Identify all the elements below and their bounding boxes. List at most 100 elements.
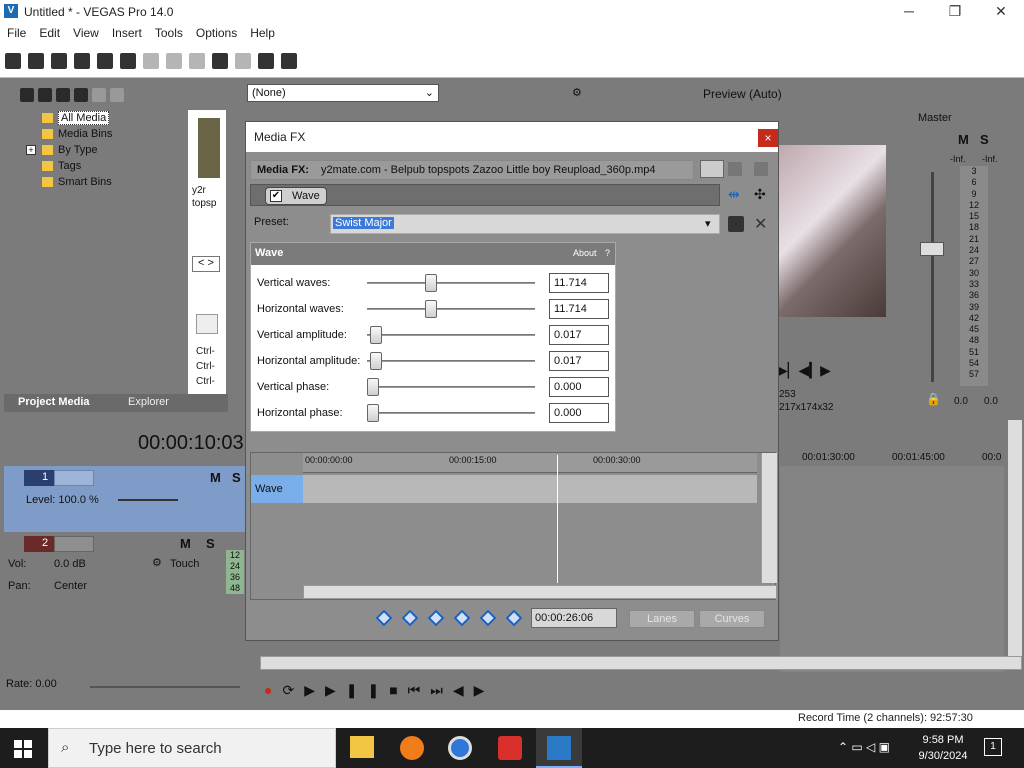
firefox-icon[interactable] <box>400 736 424 760</box>
menu-options[interactable]: Options <box>189 24 243 40</box>
curves-button[interactable]: Curves <box>699 610 765 628</box>
windows-start-icon[interactable] <box>14 740 32 758</box>
track-2-name[interactable] <box>54 536 94 552</box>
redo-icon[interactable] <box>235 53 251 69</box>
remove-plugin-icon[interactable]: ✣ <box>754 186 766 203</box>
render-icon[interactable] <box>97 53 113 69</box>
menu-insert[interactable]: Insert <box>105 24 148 40</box>
vegas-taskbar-icon[interactable] <box>536 728 582 768</box>
search-media-icon[interactable] <box>196 314 218 334</box>
param-slider[interactable] <box>367 386 535 388</box>
prev-keyframe-icon[interactable] <box>401 609 419 627</box>
param-slider[interactable] <box>367 412 535 414</box>
param-slider[interactable] <box>367 282 535 284</box>
param-value[interactable]: 0.000 <box>549 403 609 423</box>
timeline-h-scrollbar[interactable] <box>260 656 1022 670</box>
grid-view-icon[interactable] <box>728 162 742 176</box>
web-icon[interactable] <box>74 88 88 102</box>
master-solo[interactable]: S <box>980 132 989 147</box>
track-1-name[interactable] <box>54 470 94 486</box>
tab-project-media[interactable]: Project Media <box>18 396 90 408</box>
add-keyframe-icon[interactable] <box>479 609 497 627</box>
tree-media-bins[interactable]: Media Bins <box>18 126 186 142</box>
track-2-header[interactable]: 2 M S Vol: 0.0 dB ⚙ Touch Pan: Center 12… <box>4 532 246 598</box>
param-slider[interactable] <box>367 334 535 336</box>
restore-button[interactable]: ❐ <box>932 0 978 24</box>
param-value[interactable]: 11.714 <box>549 299 609 319</box>
about-link[interactable]: About <box>573 248 597 258</box>
close-button[interactable]: ✕ <box>978 0 1024 24</box>
list-view-icon[interactable] <box>700 160 724 178</box>
nav-prev[interactable]: < <box>198 257 204 269</box>
master-mute[interactable]: M <box>958 132 969 147</box>
cursor-icon[interactable] <box>258 53 274 69</box>
expand-icon[interactable]: + <box>26 145 36 155</box>
track-1-mute[interactable]: M <box>210 470 221 485</box>
tree-all-media[interactable]: All Media <box>18 110 186 126</box>
keyframe-track[interactable] <box>303 475 757 503</box>
import-media-icon[interactable] <box>20 88 34 102</box>
timeline-v-scrollbar[interactable] <box>1008 420 1022 660</box>
tree-tags[interactable]: Tags <box>18 158 186 174</box>
gear-icon[interactable]: ⚙ <box>152 556 162 569</box>
automation-mode[interactable]: Touch <box>170 558 199 570</box>
param-slider-thumb[interactable] <box>424 274 437 292</box>
track-1-level-slider[interactable] <box>118 499 178 501</box>
video-preview[interactable] <box>779 145 886 317</box>
preset-dropdown[interactable]: Swist Major ▾ <box>330 214 720 234</box>
param-value[interactable]: 0.017 <box>549 325 609 345</box>
nav-next[interactable]: > <box>208 257 214 269</box>
param-slider[interactable] <box>367 308 535 310</box>
preview-quality[interactable]: Preview (Auto) <box>703 87 782 101</box>
timeline-tracks[interactable] <box>780 466 1004 672</box>
param-slider-thumb[interactable] <box>424 300 437 318</box>
rate-slider[interactable] <box>90 686 240 688</box>
track-2-solo[interactable]: S <box>206 536 215 551</box>
save-icon[interactable] <box>51 53 67 69</box>
preview-transport[interactable]: ▶▏◀▎▶ <box>777 362 887 380</box>
download-icon[interactable] <box>498 736 522 760</box>
dialog-close-button[interactable]: × <box>758 129 778 147</box>
undo-icon[interactable] <box>212 53 228 69</box>
menu-view[interactable]: View <box>66 24 105 40</box>
minimize-button[interactable]: ─ <box>886 0 932 24</box>
keyframe-cursor[interactable] <box>557 455 558 583</box>
media-nav[interactable]: < > <box>192 256 220 272</box>
tray-icons[interactable]: ⌃ ▭ ◁ ▣ <box>838 740 890 754</box>
media-thumbnail[interactable] <box>198 118 220 178</box>
param-slider-thumb[interactable] <box>367 378 379 396</box>
properties-icon[interactable] <box>120 53 136 69</box>
chevron-down-icon[interactable]: ▾ <box>705 217 711 230</box>
keyframe-track-label[interactable]: Wave <box>251 475 303 503</box>
browser-icon[interactable] <box>448 736 472 760</box>
track-1-header[interactable]: 1 M S Level: 100.0 % <box>4 466 246 532</box>
tree-by-type[interactable]: + By Type <box>18 142 186 158</box>
lock-icon[interactable]: 🔒 <box>926 392 941 406</box>
param-slider-thumb[interactable] <box>370 326 383 344</box>
first-keyframe-icon[interactable] <box>375 609 393 627</box>
help-icon[interactable] <box>281 53 297 69</box>
track-2-mute[interactable]: M <box>180 536 191 551</box>
cut-icon[interactable] <box>143 53 159 69</box>
param-slider[interactable] <box>367 360 535 362</box>
param-value[interactable]: 0.000 <box>549 377 609 397</box>
tile-view-icon[interactable] <box>754 162 768 176</box>
clock[interactable]: 9:58 PM 9/30/2024 <box>912 732 974 764</box>
lanes-button[interactable]: Lanes <box>629 610 695 628</box>
menu-file[interactable]: File <box>0 24 32 40</box>
next-keyframe-icon[interactable] <box>427 609 445 627</box>
menu-help[interactable]: Help <box>243 24 281 40</box>
notification-icon[interactable]: 1 <box>984 738 1002 756</box>
fx-enable-checkbox[interactable]: ✔ <box>270 190 282 202</box>
keyframe-h-scrollbar[interactable] <box>303 585 777 599</box>
plugin-dropdown[interactable]: (None) ⌄ <box>247 84 439 102</box>
media-fx-icon[interactable] <box>110 88 124 102</box>
plugin-chain-icon[interactable]: ⇹ <box>728 186 740 203</box>
last-keyframe-icon[interactable] <box>453 609 471 627</box>
menu-edit[interactable]: Edit <box>32 24 66 40</box>
delete-icon[interactable] <box>92 88 106 102</box>
tab-explorer[interactable]: Explorer <box>128 396 169 408</box>
new-icon[interactable] <box>5 53 21 69</box>
param-slider-thumb[interactable] <box>367 404 379 422</box>
delete-keyframe-icon[interactable] <box>505 609 523 627</box>
